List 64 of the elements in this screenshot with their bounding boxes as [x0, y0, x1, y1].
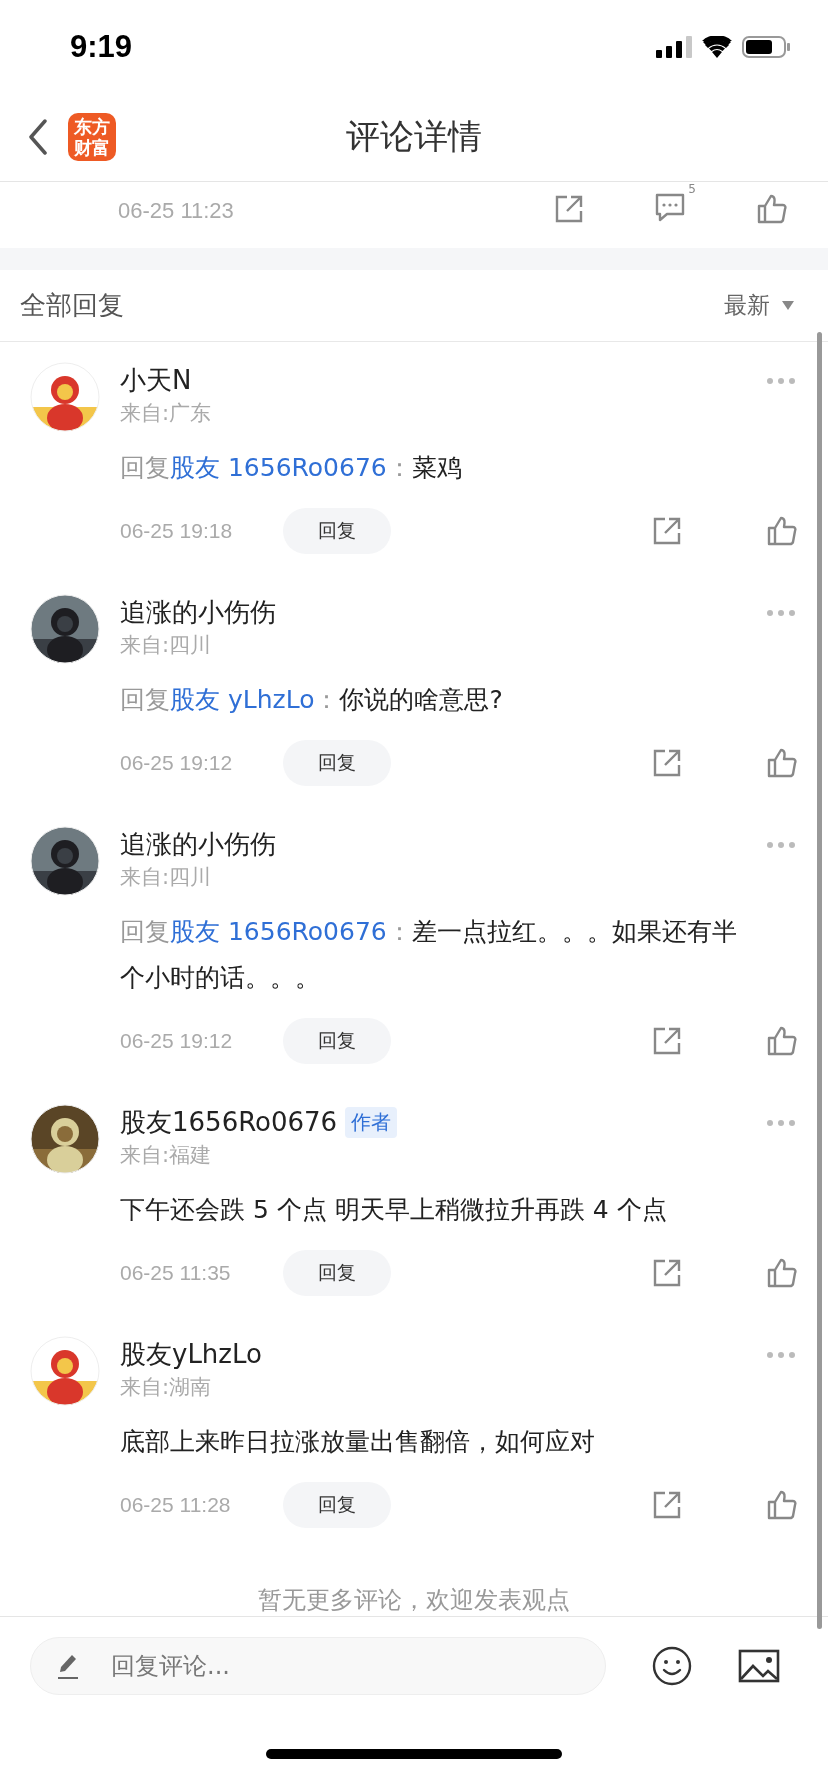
share-icon[interactable]: [554, 193, 584, 224]
like-icon[interactable]: [766, 516, 798, 547]
comment-text: 下午还会跌 5 个点 明天早上稍微拉升再跌 4 个点: [120, 1194, 668, 1227]
user-name[interactable]: 追涨的小伤伤: [120, 826, 276, 862]
share-icon[interactable]: [652, 1258, 682, 1289]
reply-button[interactable]: 回复: [283, 1250, 391, 1297]
end-note: 暂无更多评论，欢迎发表观点: [258, 1585, 570, 1617]
like-icon[interactable]: [766, 1026, 798, 1057]
app-logo: 东方财富: [68, 113, 116, 162]
sort-dropdown[interactable]: 最新: [724, 290, 794, 322]
reply-button[interactable]: 回复: [283, 1018, 391, 1065]
reply-button[interactable]: 回复: [283, 508, 391, 555]
share-icon[interactable]: [652, 1026, 682, 1057]
user-name[interactable]: 小天N: [120, 362, 192, 398]
user-link[interactable]: 股友 yLhzLo: [170, 685, 315, 715]
comment-text: 回复股友 1656Ro0676：差一点拉红。。。如果还有半个小时的话。。。: [120, 916, 738, 995]
user-location: 来自:四川: [120, 632, 212, 660]
user-location: 来自:福建: [120, 1142, 212, 1170]
comment-text: 回复股友 yLhzLo：你说的啥意思?: [120, 684, 504, 717]
user-link[interactable]: 股友 1656Ro0676: [170, 453, 387, 483]
user-link[interactable]: 股友 1656Ro0676: [170, 917, 387, 947]
user-location: 来自:湖南: [120, 1374, 212, 1402]
comment-text: 回复股友 1656Ro0676：菜鸡: [120, 452, 463, 485]
pencil-icon: [56, 1652, 80, 1681]
share-icon[interactable]: [652, 748, 682, 779]
comment-time: 06-25 11:28: [120, 1493, 232, 1518]
like-icon[interactable]: [756, 193, 788, 224]
more-icon[interactable]: [766, 609, 796, 618]
user-name[interactable]: 股友1656Ro0676: [120, 1104, 338, 1140]
like-icon[interactable]: [766, 1490, 798, 1521]
caret-icon: [782, 301, 794, 311]
wifi-icon: [702, 35, 732, 58]
user-location: 来自:四川: [120, 864, 212, 892]
user-name[interactable]: 股友yLhzLo: [120, 1336, 262, 1372]
comment-count: 5: [688, 181, 696, 196]
back-icon[interactable]: [28, 119, 48, 156]
battery-icon: [742, 35, 790, 58]
page-title: 评论详情: [346, 115, 482, 159]
more-icon[interactable]: [766, 841, 796, 850]
more-icon[interactable]: [766, 1119, 796, 1128]
comment-time: 06-25 19:18: [120, 519, 234, 544]
comment-time: 06-25 11:35: [120, 1261, 232, 1286]
comment-text: 底部上来昨日拉涨放量出售翻倍，如何应对: [120, 1426, 596, 1459]
share-icon[interactable]: [652, 516, 682, 547]
status-time: 9:19: [70, 28, 133, 65]
share-icon[interactable]: [652, 1490, 682, 1521]
more-icon[interactable]: [766, 377, 796, 386]
emoji-icon[interactable]: [652, 1646, 692, 1687]
section-title: 全部回复: [20, 289, 124, 323]
reply-button[interactable]: 回复: [283, 1482, 391, 1529]
reply-input[interactable]: 回复评论...: [30, 1637, 606, 1696]
user-location: 来自:广东: [120, 400, 212, 428]
image-icon[interactable]: [738, 1649, 780, 1684]
signal-icon: [656, 35, 692, 58]
comment-time: 06-25 19:12: [120, 1029, 234, 1054]
author-tag: 作者: [345, 1106, 398, 1138]
post-time: 06-25 11:23: [118, 197, 234, 224]
like-icon[interactable]: [766, 1258, 798, 1289]
reply-button[interactable]: 回复: [283, 740, 391, 787]
user-name[interactable]: 追涨的小伤伤: [120, 594, 276, 630]
comment-icon[interactable]: [654, 191, 686, 222]
comment-time: 06-25 19:12: [120, 751, 234, 776]
more-icon[interactable]: [766, 1351, 796, 1360]
like-icon[interactable]: [766, 748, 798, 779]
